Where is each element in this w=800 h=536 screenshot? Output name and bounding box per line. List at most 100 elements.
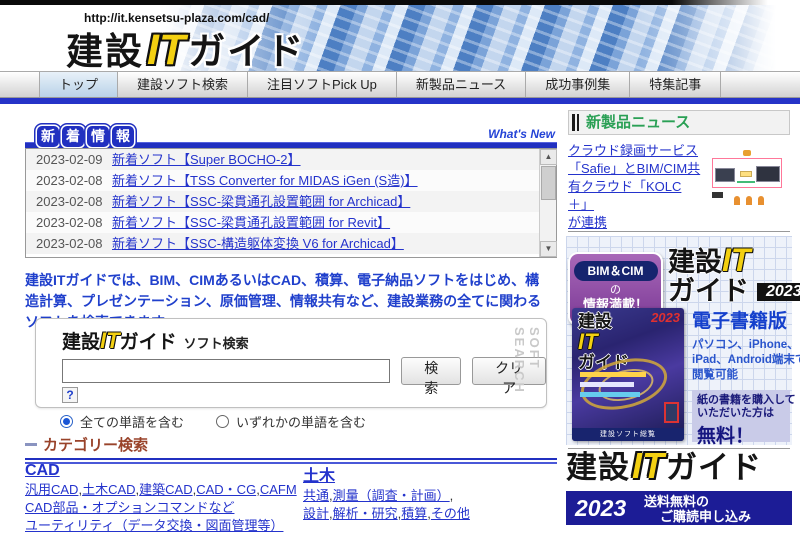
logo-kanji: 建設 xyxy=(66,31,144,72)
banner-guide-logo: 建設IT ガイド2023 xyxy=(668,244,800,305)
soft-search-watermark: SOFT SEARCH xyxy=(512,327,542,407)
news-thumbnail[interactable] xyxy=(704,148,788,210)
category-link[interactable]: CAD部品・オプションコマンドなど xyxy=(25,500,234,515)
subscribe-logo-kanji: 建設 xyxy=(566,450,630,485)
whats-new-title: 新着情報 xyxy=(37,126,134,147)
news-scrollbar[interactable]: ▲ ▼ xyxy=(539,149,556,257)
news-date: 2023-02-09 xyxy=(26,149,112,170)
news-link[interactable]: 新着ソフト【TSS Converter for MIDAS iGen (S造)】 xyxy=(112,170,418,191)
page: http://it.kensetsu-plaza.com/cad/ 建設ITガイ… xyxy=(0,0,800,536)
category-line: 設計,解析・研究,積算,その他 xyxy=(303,505,557,522)
help-icon[interactable]: ? xyxy=(62,387,78,403)
nav-tab[interactable]: 注目ソフトPick Up xyxy=(248,72,397,97)
category-group: 土木共通,測量（調査・計画）,設計,解析・研究,積算,その他 xyxy=(303,462,557,534)
news-row: 2023-02-08新着ソフト【TSS Converter for MIDAS … xyxy=(26,170,539,191)
whats-new-header: 新着情報 What's New xyxy=(25,122,557,148)
news-row: 2023-02-09新着ソフト【Super BOCHO-2】 xyxy=(26,149,539,170)
news-list-box: 2023-02-09新着ソフト【Super BOCHO-2】2023-02-08… xyxy=(25,148,557,258)
category-link[interactable]: 建築CAD xyxy=(139,482,192,497)
ebook-free-box: 紙の書籍を購入していただいた方は 無料！ xyxy=(692,390,790,442)
news-row: 2023-02-08新着ソフト【SSC-梁貫通孔設置範囲 for Revit】 xyxy=(26,212,539,233)
cover-logo-it: IT xyxy=(578,329,598,354)
nav-tab[interactable]: トップ xyxy=(40,72,118,97)
nav-tab[interactable]: 特集記事 xyxy=(630,72,721,97)
category-link[interactable]: 共通 xyxy=(303,488,329,503)
category-link[interactable]: CAFM xyxy=(260,482,297,497)
banner-logo-kana: ガイド xyxy=(668,278,749,305)
category-link[interactable]: その他 xyxy=(431,506,470,521)
radio-button[interactable] xyxy=(216,415,229,428)
bim-cim-banner[interactable]: BIM＆CIM の 情報満載！ 建設IT ガイド2023 2023 建設 IT … xyxy=(566,236,792,445)
category-link[interactable]: 解析・研究 xyxy=(333,506,398,521)
ebook-free-label: 無料！ xyxy=(697,421,785,448)
subscribe-logo-kana: ガイド xyxy=(666,450,762,485)
category-link[interactable]: 測量（調査・計画） xyxy=(333,488,450,503)
category-line: ユーティリティ（データ交換・図面管理等） xyxy=(25,517,303,534)
logo-kana: ガイド xyxy=(188,31,305,72)
subscribe-banner[interactable]: 建設ITガイド 2023 送料無料の ご購読申し込み xyxy=(566,452,792,532)
whats-new-subtitle: What's New xyxy=(488,127,555,141)
diagram-connector-box xyxy=(740,171,752,177)
nav-tab[interactable]: 建設ソフト検索 xyxy=(118,72,248,97)
category-line: 汎用CAD,土木CAD,建築CAD,CAD・CG,CAFM xyxy=(25,481,303,498)
search-row: 検索 クリア xyxy=(62,357,546,385)
category-link[interactable]: CAD・CG xyxy=(196,482,256,497)
category-link[interactable]: 汎用CAD xyxy=(25,482,78,497)
scroll-down-icon[interactable]: ▼ xyxy=(540,241,557,257)
banner-logo-it: IT xyxy=(722,242,750,278)
nav-tab[interactable]: 新製品ニュース xyxy=(397,72,526,97)
whats-new-char: 着 xyxy=(62,126,84,147)
news-link[interactable]: 新着ソフト【SSC-梁貫通孔設置範囲 for Archicad】 xyxy=(112,191,410,212)
cover-bottom-label: 建設ソフト総覧 xyxy=(572,428,684,441)
badge-title: BIM＆CIM xyxy=(574,261,658,281)
subscribe-line2: ご購読申し込み xyxy=(644,509,751,524)
sidebar-news-item: クラウド録画サービス「Safie」とBIM/CIM共有クラウド「KOLC＋」が連… xyxy=(568,142,790,224)
subscribe-text: 送料無料の ご購読申し込み xyxy=(644,494,751,524)
main-nav: トップ建設ソフト検索注目ソフトPick Up新製品ニュース成功事例集特集記事 xyxy=(0,71,800,98)
diagram-screenshot-left xyxy=(715,168,735,182)
ebook-info: 電子書籍版 パソコン、iPhone、iPad、Android端末で閲覧可能 xyxy=(692,306,790,383)
news-link[interactable]: 新着ソフト【SSC-梁貫通孔設置範囲 for Revit】 xyxy=(112,212,390,233)
search-logo-it: IT xyxy=(100,328,120,353)
news-row: 2023-02-08新着ソフト【SSC-梁貫通孔設置範囲 for Archica… xyxy=(26,191,539,212)
news-link[interactable]: 新着ソフト【Super BOCHO-2】 xyxy=(112,149,301,170)
cloud-icon xyxy=(743,150,751,156)
radio-option[interactable]: いずれかの単語を含む xyxy=(216,412,366,431)
comma-separator: , xyxy=(450,488,454,503)
subscribe-year: 2023 xyxy=(575,495,626,522)
search-logo-suffix: ソフト検索 xyxy=(184,336,249,351)
radio-button[interactable] xyxy=(60,415,73,428)
site-logo[interactable]: 建設ITガイド xyxy=(66,21,305,75)
category-link[interactable]: 積算 xyxy=(401,506,427,521)
scroll-up-icon[interactable]: ▲ xyxy=(540,149,557,165)
cover-text-bar xyxy=(580,392,640,397)
news-rows: 2023-02-09新着ソフト【Super BOCHO-2】2023-02-08… xyxy=(26,149,539,254)
search-button[interactable]: 検索 xyxy=(401,357,461,385)
news-date: 2023-02-08 xyxy=(26,170,112,191)
blue-divider-bar xyxy=(0,98,800,104)
nav-tab[interactable]: 成功事例集 xyxy=(526,72,630,97)
subscribe-logo: 建設ITガイド xyxy=(566,448,762,484)
ebook-description: パソコン、iPhone、iPad、Android端末で閲覧可能 xyxy=(692,338,790,383)
nav-spacer xyxy=(0,72,40,97)
news-link[interactable]: 新着ソフト【SSC-構造躯体変換 V6 for Archicad】 xyxy=(112,233,404,254)
search-logo-kana: ガイド xyxy=(120,332,177,353)
ebook-free-text: 紙の書籍を購入していただいた方は xyxy=(697,394,785,420)
category-link[interactable]: 設計 xyxy=(303,506,329,521)
category-link[interactable]: ユーティリティ（データ交換・図面管理等） xyxy=(25,518,283,533)
sidebar-divider xyxy=(568,231,790,232)
cover-text-bar xyxy=(580,382,634,387)
category-title-link[interactable]: 土木 xyxy=(303,468,335,485)
search-panel-logo: 建設ITガイドソフト検索 xyxy=(62,327,249,354)
news-row: 2023-02-08新着ソフト【SSC-構造躯体変換 V6 for Archic… xyxy=(26,233,539,254)
header-bars-icon xyxy=(572,114,579,131)
subscribe-logo-it: IT xyxy=(632,445,664,486)
book-cover[interactable]: 2023 建設 IT ガイド 建設ソフト総覧 xyxy=(572,308,684,441)
radio-option[interactable]: 全ての単語を含む xyxy=(60,412,184,431)
sidebar-news-link[interactable]: クラウド録画サービス「Safie」とBIM/CIM共有クラウド「KOLC＋」が連… xyxy=(568,142,702,232)
scrollbar-thumb[interactable] xyxy=(541,166,556,200)
category-line: 共通,測量（調査・計画）, xyxy=(303,487,557,504)
search-input[interactable] xyxy=(62,359,390,383)
category-title-link[interactable]: CAD xyxy=(25,462,60,479)
category-link[interactable]: 土木CAD xyxy=(82,482,135,497)
